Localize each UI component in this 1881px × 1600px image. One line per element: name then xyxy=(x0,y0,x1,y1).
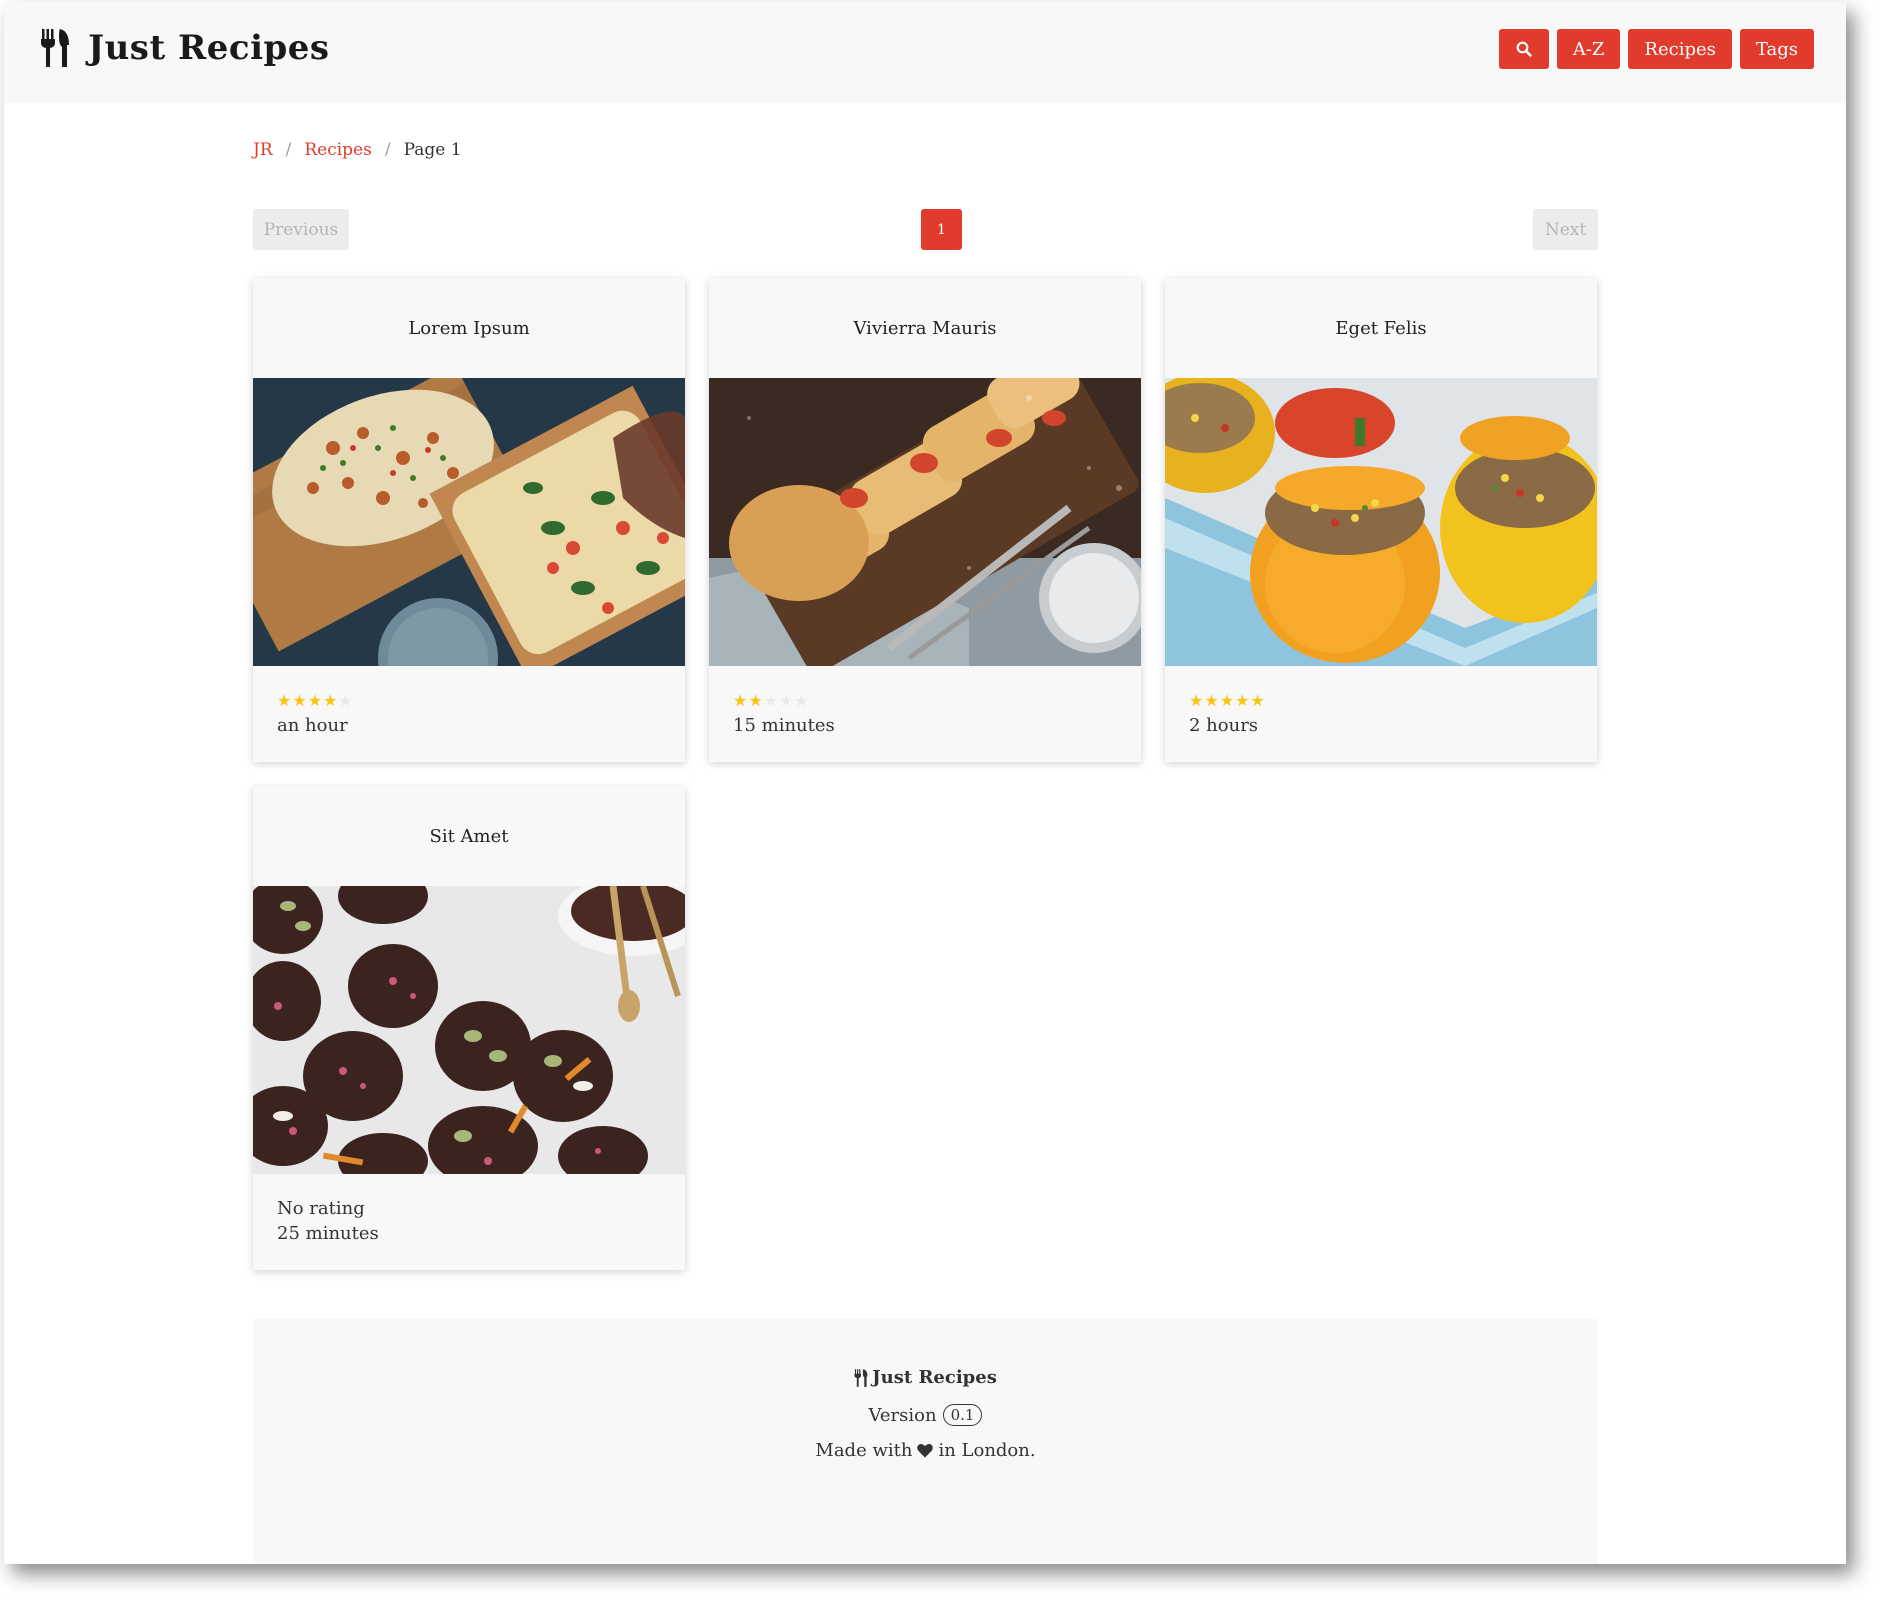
next-page-button[interactable]: Next xyxy=(1533,209,1598,250)
footer-brand: Just Recipes xyxy=(253,1367,1598,1388)
recipe-image[interactable] xyxy=(709,378,1141,666)
rating-text: No rating xyxy=(277,1198,365,1219)
breadcrumb: JR / Recipes / Page 1 xyxy=(253,140,462,160)
star-filled-icon: ★ xyxy=(307,691,324,710)
star-empty-icon: ★ xyxy=(763,691,780,710)
brand-name: Just Recipes xyxy=(88,28,330,68)
recipe-card[interactable]: Lorem Ipsum ★★★★★ an hour xyxy=(253,278,685,762)
recipe-meta: ★★★★★ 15 minutes xyxy=(709,666,1141,736)
utensils-icon xyxy=(41,29,69,67)
recipe-card[interactable]: Eget Felis ★★★★★ 2 hours xyxy=(1165,278,1597,762)
star-filled-icon: ★ xyxy=(1189,691,1205,710)
recipe-title[interactable]: Eget Felis xyxy=(1165,278,1597,378)
recipe-image[interactable] xyxy=(253,886,685,1174)
recipe-meta: ★★★★★ 2 hours xyxy=(1165,666,1597,736)
version-badge: 0.1 xyxy=(942,1404,983,1426)
recipe-image[interactable] xyxy=(1165,378,1597,666)
main-nav: A-Z Recipes Tags xyxy=(1498,29,1814,69)
recipes-button[interactable]: Recipes xyxy=(1628,29,1732,69)
search-icon xyxy=(1516,41,1532,57)
recipe-title[interactable]: Sit Amet xyxy=(253,786,685,886)
rating-stars: ★★★★★ xyxy=(277,690,661,712)
top-navbar: Just Recipes A-Z Recipes Tags xyxy=(4,2,1846,103)
browser-page: Just Recipes A-Z Recipes Tags JR / Recip… xyxy=(4,2,1846,1564)
footer-version: Version 0.1 xyxy=(253,1404,1598,1426)
tags-button[interactable]: Tags xyxy=(1739,29,1814,69)
breadcrumb-separator: / xyxy=(285,140,292,160)
recipe-time: 2 hours xyxy=(1189,715,1259,736)
recipe-title[interactable]: Vivierra Mauris xyxy=(709,278,1141,378)
star-filled-icon: ★ xyxy=(1204,691,1220,710)
recipe-meta: ★★★★★ an hour xyxy=(253,666,685,736)
page-1-button[interactable]: 1 xyxy=(921,209,962,250)
star-empty-icon: ★ xyxy=(338,691,354,710)
recipe-card[interactable]: Sit Amet No rating 25 minutes xyxy=(253,786,685,1270)
recipe-title[interactable]: Lorem Ipsum xyxy=(253,278,685,378)
footer: Just Recipes Version 0.1 Made with in Lo… xyxy=(253,1319,1598,1564)
recipe-time: 25 minutes xyxy=(277,1223,379,1244)
made-with-prefix: Made with xyxy=(815,1440,913,1461)
version-label: Version xyxy=(868,1404,937,1426)
heart-icon xyxy=(917,1444,934,1458)
star-filled-icon: ★ xyxy=(277,691,293,710)
star-filled-icon: ★ xyxy=(292,691,308,710)
rating-stars: ★★★★★ xyxy=(733,690,1117,712)
breadcrumb-home-link[interactable]: JR xyxy=(253,140,273,160)
footer-brand-name: Just Recipes xyxy=(872,1367,997,1388)
recipe-time: 15 minutes xyxy=(733,715,835,736)
star-filled-icon: ★ xyxy=(1250,691,1266,710)
recipe-card[interactable]: Vivierra Mauris ★★★★★ 15 minutes xyxy=(709,278,1141,762)
breadcrumb-recipes-link[interactable]: Recipes xyxy=(304,140,372,160)
search-button[interactable] xyxy=(1498,29,1549,69)
star-filled-icon: ★ xyxy=(1235,691,1251,710)
az-button[interactable]: A-Z xyxy=(1556,29,1621,69)
made-with-suffix: in London. xyxy=(938,1440,1036,1461)
utensils-icon xyxy=(854,1368,868,1387)
breadcrumb-separator: / xyxy=(384,140,391,160)
star-empty-icon: ★ xyxy=(779,691,795,710)
star-filled-icon: ★ xyxy=(733,691,749,710)
rating-stars: ★★★★★ xyxy=(1189,690,1573,712)
star-filled-icon: ★ xyxy=(323,691,339,710)
recipe-image[interactable] xyxy=(253,378,685,666)
footer-made-with: Made with in London. xyxy=(253,1440,1598,1461)
brand-link[interactable]: Just Recipes xyxy=(40,28,330,68)
recipe-meta: No rating 25 minutes xyxy=(253,1174,685,1244)
star-filled-icon: ★ xyxy=(1219,691,1236,710)
recipe-time: an hour xyxy=(277,715,348,736)
previous-page-button[interactable]: Previous xyxy=(253,209,349,250)
star-filled-icon: ★ xyxy=(748,691,764,710)
breadcrumb-current: Page 1 xyxy=(403,140,462,160)
star-empty-icon: ★ xyxy=(794,691,810,710)
